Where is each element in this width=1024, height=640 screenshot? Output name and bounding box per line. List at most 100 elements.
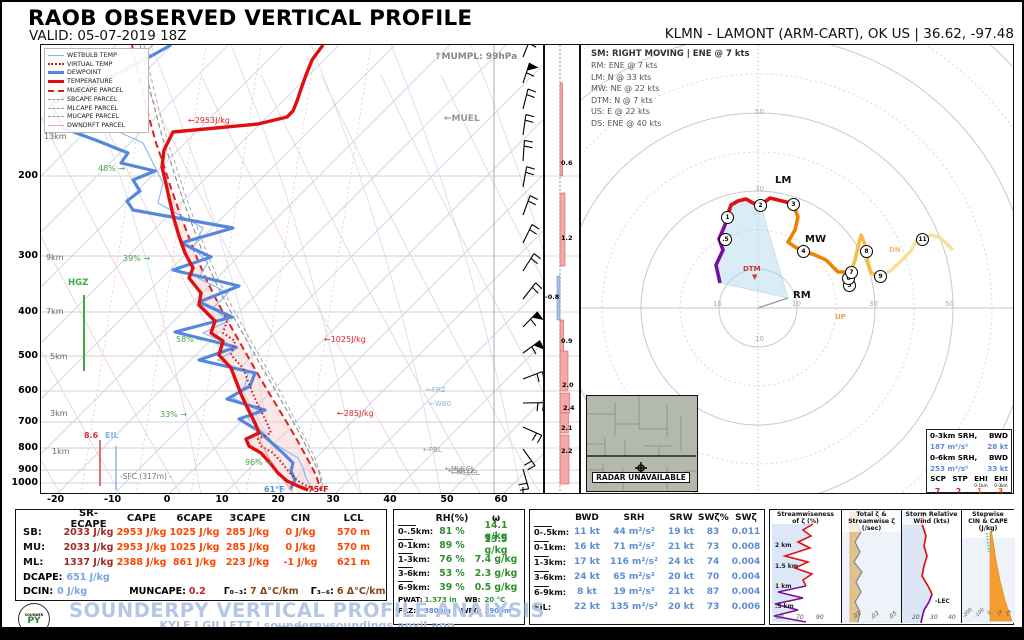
x-tick: 90 (816, 614, 824, 621)
mumpl-label: ↑MUMPL: 99hPa (434, 52, 518, 62)
cell: 1025 J/kg (169, 527, 220, 538)
height-marker: 3 (787, 198, 800, 211)
surface-temp-label: 75°F (308, 485, 329, 494)
muel-label: ←MUEL (444, 114, 480, 124)
w-cell: 2.3 g/kg (474, 567, 518, 579)
rm-vector-line (757, 297, 789, 309)
pressure-tick: 400 (18, 306, 38, 317)
col-header: SWζ% (698, 513, 729, 523)
height-label: 1km (52, 447, 70, 456)
height-marker: 8 (860, 245, 873, 258)
panel-title: Wind (kts) (902, 518, 961, 525)
temp-tick: 30 (326, 494, 340, 505)
cell: 0 J/kg (285, 527, 316, 538)
legend-item: DEWPOINT (48, 69, 145, 78)
cell: 20 kt (668, 571, 694, 582)
srh3-label: 0-3km SRH, (930, 431, 978, 440)
panel-title: Total ζ & (842, 511, 901, 518)
pressure-tick: 600 (18, 385, 38, 396)
total-zeta-panel: Total ζ & Streamwise ζ (/sec) .01 .03 .0… (841, 510, 902, 623)
layer-suffix: km: (412, 540, 431, 550)
stp-value: 2 (955, 486, 962, 494)
ring-label: 50 (945, 300, 954, 308)
pressure-tick: 200 (18, 170, 38, 181)
table-row: 0-1km: 16 kt 71 m²/s² 21 kt 73 0.008 (530, 539, 764, 554)
col-header: 3CAPE (229, 513, 266, 524)
cell: 11 kt (574, 526, 600, 537)
rh-annotation: 58% → (176, 335, 204, 344)
legend-label: TEMPERATURE (67, 78, 113, 86)
mucape-line-sample (48, 116, 64, 118)
rh-header: RH(%) (435, 512, 469, 524)
cell: 71 m²/s² (613, 541, 655, 552)
cell: 87 (706, 586, 720, 597)
hodograph-panel: SM: RIGHT MOVING | ENE @ 7 kts RM: ENE @… (580, 44, 1014, 494)
dcape-label: DCAPE: (23, 571, 63, 583)
wetbulb-line-sample (48, 54, 64, 56)
panel-title: Stepwise (962, 511, 1014, 518)
cell: 73 (706, 601, 720, 612)
kin-header-row: BWD SRH SRW SWζ% SWζ (530, 512, 764, 524)
cell: 8 kt (577, 586, 597, 597)
panel-title: CIN & CAPE (962, 518, 1014, 525)
temp-tick: 50 (440, 494, 454, 505)
advection-value: 1.2 (561, 234, 573, 242)
height-tick: 1.5 km (775, 563, 798, 570)
cell: 73 (706, 541, 720, 552)
advection-value: 0.6 (561, 159, 573, 167)
stepwise-cape-panel: Stepwise CIN & CAPE (J/kg) -200 -100 0 1… (961, 510, 1015, 623)
col-header: 6CAPE (176, 513, 213, 524)
cell: 19 m²/s² (613, 586, 655, 597)
height-label: 9km (46, 253, 64, 262)
table-row: MU: 2033 J/kg 2953 J/kg 1025 J/kg 285 J/… (16, 540, 386, 555)
panel-title: Streamwise ζ (842, 518, 901, 525)
mlcape-line-sample (48, 107, 64, 109)
mw-line: MW: NE @ 22 kts (591, 84, 660, 93)
col-header: CAPE (126, 513, 157, 524)
pressure-tick: 500 (18, 350, 38, 361)
table-row: 1-3km: 76 % 7.4 g/kg (394, 552, 524, 566)
temp-tick: 0 (163, 494, 171, 505)
up-label: UP (835, 313, 846, 321)
surface-label: -SFC (317m) - (120, 472, 172, 481)
lm-line: LM: N @ 33 kts (591, 72, 652, 82)
legend-label: MLCAPE PARCEL (67, 104, 119, 112)
legend-item: WETBULB TEMP (48, 51, 145, 60)
virtual-temp-line-sample (48, 63, 64, 66)
layer-label: 1-3km: (394, 554, 432, 564)
layer-suffix: km: (415, 526, 434, 536)
rh-cell: 53 % (439, 567, 465, 579)
srh3-value: 187 m²/s² (930, 442, 969, 451)
x-tick: 70 (796, 614, 804, 621)
temperature-line (160, 45, 325, 492)
advection-value: 2.0 (562, 381, 574, 389)
cell: 2388 J/kg (116, 557, 167, 568)
cell: 24 kt (668, 556, 694, 567)
lec-label: -LEC (935, 598, 950, 605)
temp-tick: 10 (215, 494, 229, 505)
layer-suffix: km: (412, 568, 431, 578)
lr36-value: 6 Δ°C/km (336, 585, 386, 597)
x-tick: 20 (912, 614, 920, 621)
rh-cell: 81 % (439, 525, 465, 537)
rh-annotation: 96% → (245, 458, 273, 467)
temp-tick: 20 (271, 494, 285, 505)
thermo-header-row: SR-ECAPE CAPE 6CAPE 3CAPE CIN LCL (16, 508, 386, 530)
legend-label: MUECAPE PARCEL (67, 87, 124, 95)
temp-tick: 40 (383, 494, 397, 505)
thermo-table: SR-ECAPE CAPE 6CAPE 3CAPE CIN LCL SB: 20… (15, 508, 387, 601)
cell: 2953 J/kg (116, 527, 167, 538)
height-tick: 1 km (775, 583, 792, 590)
height-marker: 9 (874, 270, 887, 283)
dcape-value: 651 J/kg (66, 571, 110, 583)
layer-bar: 0-.5 (534, 526, 552, 537)
layer-label: 6-9km: (394, 582, 432, 592)
muncape-label: MUNCAPE: (129, 585, 186, 597)
height-marker: 2 (754, 199, 767, 212)
x-tick: 30 (930, 614, 938, 621)
cell: 44 m²/s² (613, 526, 655, 537)
srw-panel: Storm Relative Wind (kts) -LEC 20 30 40 (901, 510, 961, 623)
table-row: EIL: 22 kt 135 m²/s² 20 kt 73 0.006 (530, 599, 764, 614)
lm-label: LM (775, 175, 792, 186)
advection-value: -0.8 (545, 293, 560, 301)
